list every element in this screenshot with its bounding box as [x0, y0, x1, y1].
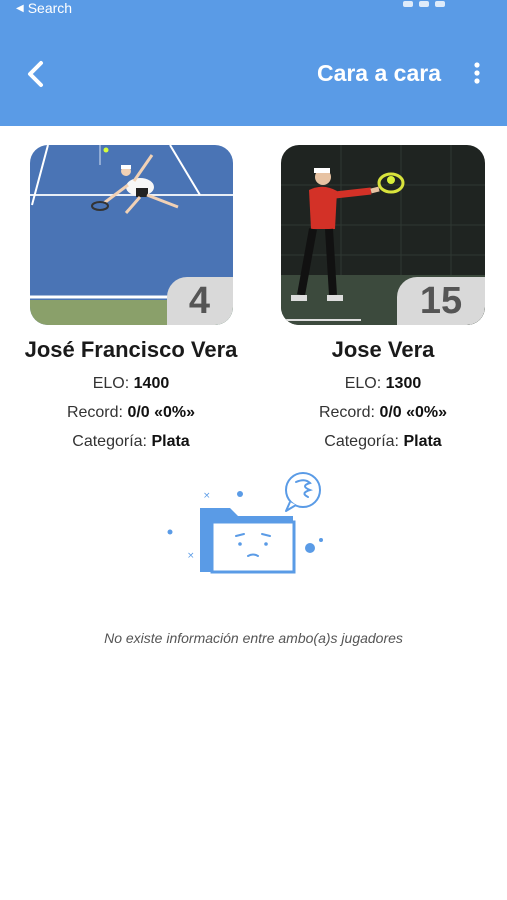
- status-back-label: Search: [27, 0, 73, 16]
- elo-label: ELO:: [344, 375, 382, 392]
- player-name: Jose Vera: [331, 337, 435, 362]
- elo-row: ELO: 1400: [6, 375, 256, 392]
- status-back-link[interactable]: ◀ Search: [16, 0, 72, 16]
- record-value: 0/0 «0%»: [379, 404, 448, 421]
- category-label: Categoría:: [72, 433, 147, 450]
- elo-row: ELO: 1300: [258, 375, 507, 392]
- rank-badge: 15: [397, 277, 485, 325]
- rank-badge: 4: [166, 277, 233, 325]
- svg-text:×: ×: [187, 551, 195, 561]
- sad-folder-icon: × ×: [167, 472, 323, 574]
- more-menu-button[interactable]: [467, 58, 487, 88]
- player-name: José Francisco Vera: [24, 337, 238, 362]
- record-row: Record: 0/0 «0%»: [6, 404, 256, 421]
- svg-text:×: ×: [203, 491, 211, 501]
- category-value: Plata: [151, 433, 190, 450]
- empty-state-illustration: × ×: [160, 470, 335, 580]
- record-value: 0/0 «0%»: [127, 404, 196, 421]
- record-label: Record:: [66, 404, 123, 421]
- record-row: Record: 0/0 «0%»: [258, 404, 507, 421]
- record-label: Record:: [318, 404, 375, 421]
- category-value: Plata: [403, 433, 442, 450]
- category-row: Categoría: Plata: [6, 433, 256, 450]
- chevron-left-icon: [28, 61, 43, 87]
- back-triangle-icon: ◀: [16, 2, 24, 14]
- elo-value: 1400: [133, 375, 170, 392]
- app-header: ◀ Search Cara a cara: [0, 0, 507, 126]
- page-title: Cara a cara: [316, 60, 441, 86]
- back-button[interactable]: [18, 56, 54, 92]
- status-indicators: [397, 0, 487, 7]
- player-card-left[interactable]: 4 José Francisco Vera ELO: 1400 Record: …: [6, 145, 256, 450]
- category-row: Categoría: Plata: [258, 433, 507, 450]
- elo-label: ELO:: [92, 375, 130, 392]
- player-photo[interactable]: 4: [29, 145, 233, 325]
- vertical-dots-icon: [474, 62, 480, 84]
- empty-state-message: No existe información entre ambo(a)s jug…: [104, 630, 403, 646]
- elo-value: 1300: [385, 375, 422, 392]
- category-label: Categoría:: [324, 433, 399, 450]
- player-card-right[interactable]: 15 Jose Vera ELO: 1300 Record: 0/0 «0%» …: [258, 145, 507, 450]
- player-photo[interactable]: 15: [281, 145, 485, 325]
